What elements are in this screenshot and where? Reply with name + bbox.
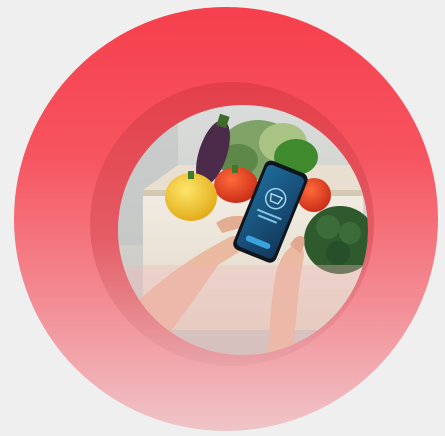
- grocery-phone-photo: [118, 105, 368, 355]
- hero-graphic: [0, 0, 445, 436]
- photo-illustration: [118, 105, 368, 355]
